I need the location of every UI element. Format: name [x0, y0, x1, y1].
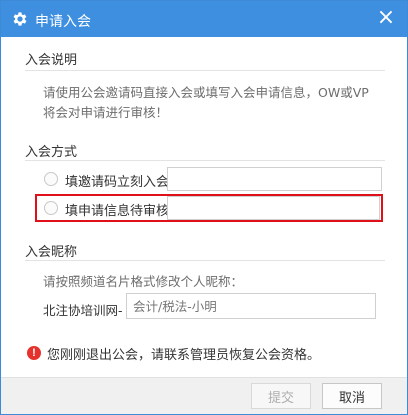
divider — [25, 70, 385, 71]
nickname-prefix: 北注协培训网- — [43, 303, 123, 318]
submit-button[interactable]: 提交 — [251, 383, 311, 409]
invite-code-label[interactable]: 填邀请码立刻入会 — [65, 171, 169, 190]
divider — [25, 260, 385, 261]
nickname-input[interactable] — [126, 293, 376, 319]
join-guild-dialog: 申请入会 × 入会说明 请使用公会邀请码直接入会或填写入会申请信息，OW或VP将… — [0, 0, 408, 415]
divider — [25, 160, 385, 161]
nickname-hint: 请按照频道名片格式修改个人昵称： — [43, 274, 244, 289]
nickname-title: 入会昵称 — [25, 245, 78, 260]
close-icon: × — [376, 5, 396, 30]
invite-code-input[interactable] — [167, 167, 382, 191]
dialog-title: 申请入会 — [35, 14, 91, 30]
method-title: 入会方式 — [25, 145, 78, 160]
dialog-body: 入会说明 请使用公会邀请码直接入会或填写入会申请信息，OW或VP将会对申请进行审… — [1, 37, 407, 377]
instructions-text: 请使用公会邀请码直接入会或填写入会申请信息，OW或VP将会对申请进行审核！ — [43, 85, 369, 120]
application-input[interactable] — [167, 196, 380, 220]
gear-icon — [13, 12, 27, 26]
close-button[interactable]: × — [375, 5, 397, 30]
warning-text: 您刚刚退出公会，请联系管理员恢复公会资格。 — [47, 348, 321, 363]
dialog-titlebar: 申请入会 × — [1, 1, 407, 37]
dialog-footer: 提交 取消 — [1, 377, 407, 414]
cancel-button[interactable]: 取消 — [322, 383, 382, 409]
invite-code-radio[interactable] — [44, 172, 58, 186]
instructions-title: 入会说明 — [25, 53, 78, 68]
application-label[interactable]: 填申请信息待审核 — [65, 200, 169, 219]
warning-icon: ! — [27, 346, 41, 360]
application-radio[interactable] — [44, 201, 58, 215]
